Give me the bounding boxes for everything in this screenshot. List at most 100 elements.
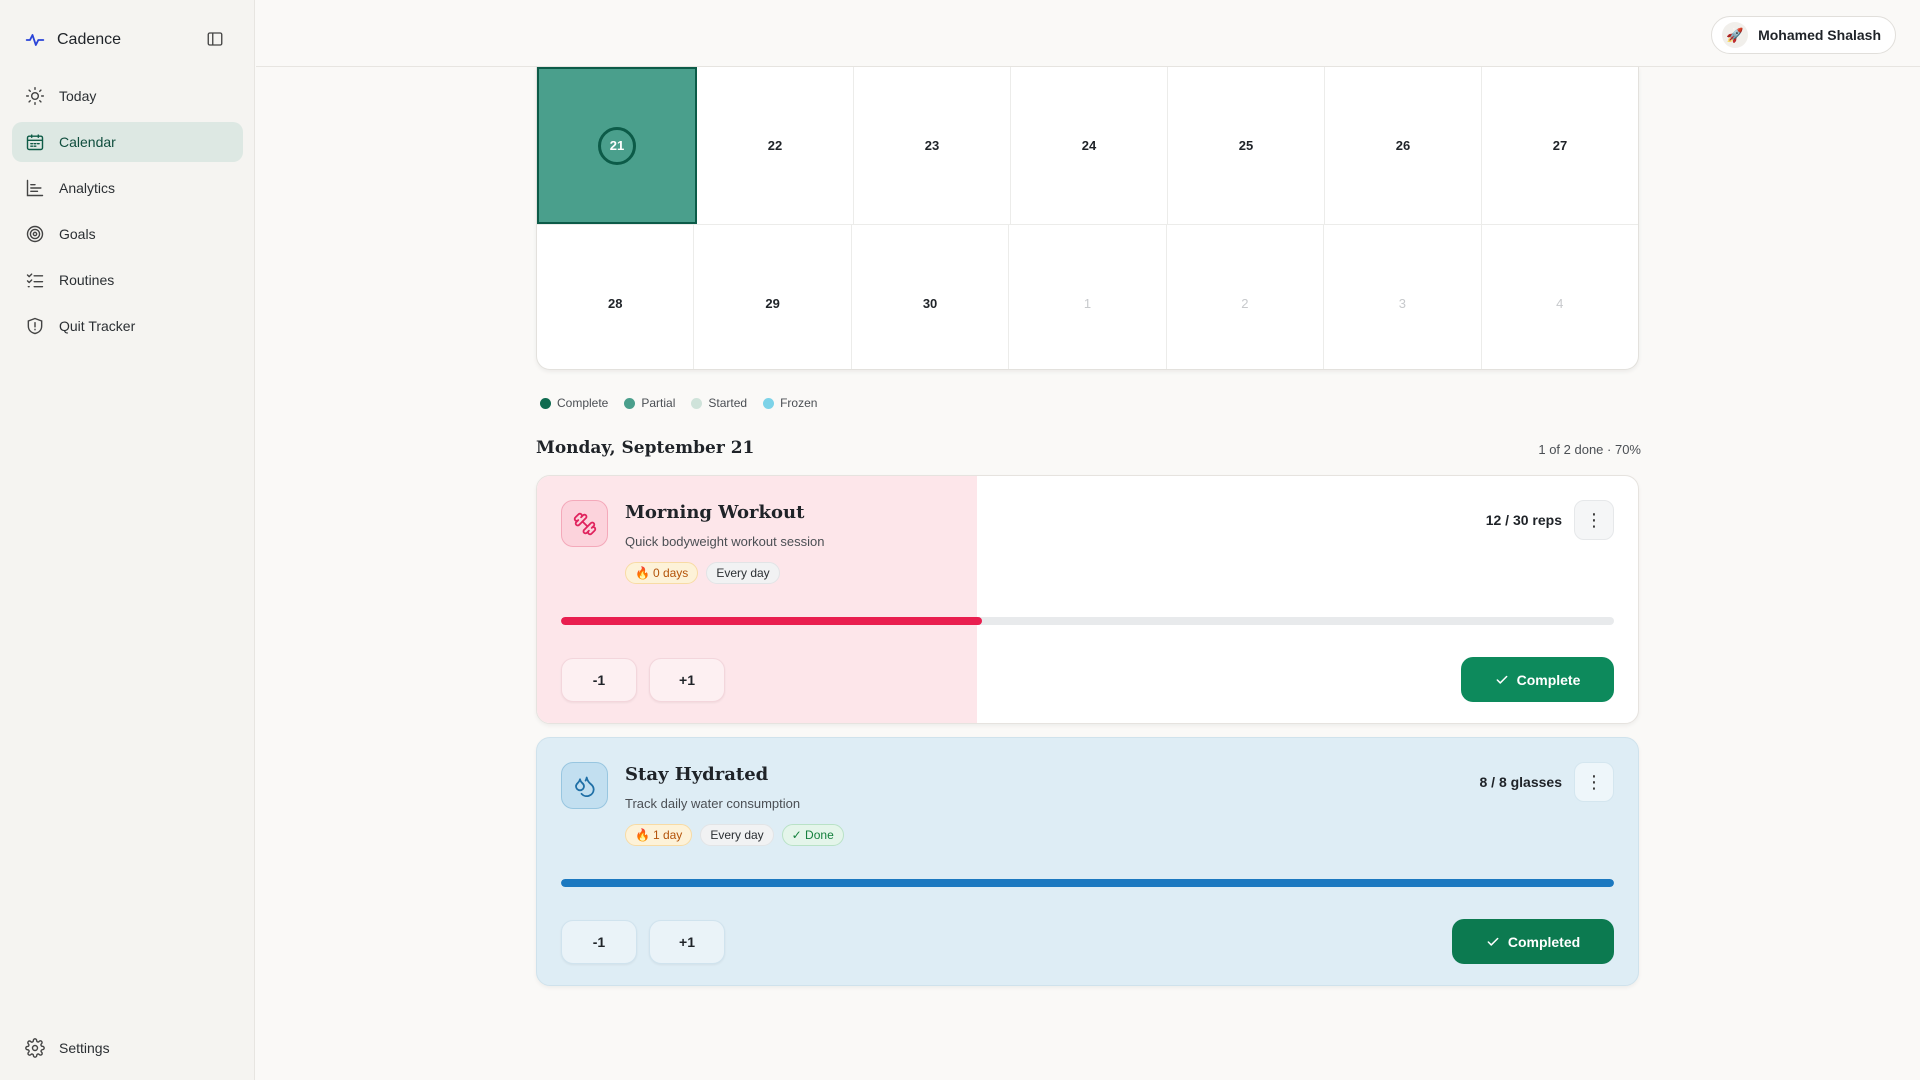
decrement-button[interactable]: -1 [561,920,637,964]
increment-button[interactable]: +1 [649,658,725,702]
sidebar-item-label: Settings [59,1040,110,1056]
calendar-day[interactable]: 29 [694,225,852,369]
sun-icon [25,86,45,106]
day-number: 21 [598,126,636,165]
streak-badge: 🔥 0 days [625,562,699,584]
habit-icon-box [561,762,608,809]
calendar-day-outside-month[interactable]: 2 [1167,225,1325,369]
sidebar-item-label: Routines [59,272,115,288]
frequency-badge: Every day [706,562,780,584]
sidebar-item-goals[interactable]: Goals [12,214,243,254]
calendar-day-outside-month[interactable]: 1 [1009,225,1167,369]
more-options-button[interactable]: ⋮ [1574,500,1614,540]
legend-dot [691,397,703,409]
calendar-day[interactable]: 27 [1482,67,1638,224]
calendar-icon [26,134,44,151]
progress-track [561,617,1614,625]
calendar-day-outside-month[interactable]: 3 [1324,225,1482,369]
habit-card-stay-hydrated: Stay Hydrated Track daily water consumpt… [536,737,1639,986]
calendar-day[interactable]: 25 [1168,67,1325,224]
calendar-day[interactable]: 30 [852,225,1010,369]
calendar-day-selected[interactable]: 21 [537,67,697,224]
calendar-day[interactable]: 23 [854,67,1011,224]
more-vertical-icon: ⋮ [1585,509,1603,530]
sidebar-item-label: Analytics [59,180,116,196]
calendar-day[interactable]: 26 [1325,67,1482,224]
selected-day-title: Monday, September 21 [536,438,755,458]
day-number: 28 [607,295,623,311]
legend-label: Partial [641,396,676,410]
complete-button-label: Complete [1516,671,1581,688]
app-name: Cadence [57,31,122,48]
calendar-legend: Complete Partial Started Frozen [540,396,817,410]
legend-dot [763,397,775,409]
day-number: 23 [924,138,940,153]
frequency-badge: Every day [700,824,774,846]
done-badge: ✓ Done [781,824,844,846]
sidebar-item-today[interactable]: Today [12,76,243,116]
sidebar-item-quit-tracker[interactable]: Quit Tracker [12,306,243,346]
decrement-button[interactable]: -1 [561,658,637,702]
legend-label: Started [708,396,748,410]
progress-bar [561,879,1614,887]
checklist-icon [26,273,44,288]
habit-tags: 🔥 0 days Every day [625,562,780,584]
calendar-day-outside-month[interactable]: 4 [1482,225,1638,369]
top-bar: 🚀 Mohamed Shalash [256,0,1920,67]
calendar-grid: 21 22 23 24 25 26 27 28 29 30 1 2 3 4 [536,67,1639,370]
flame-icon: 🔥 [635,566,650,580]
sidebar-item-calendar[interactable]: Calendar [12,122,243,162]
water-drops-icon [574,776,595,797]
flame-icon: 🔥 [635,828,650,842]
legend-item-complete: Complete [540,396,608,410]
target-icon [26,225,44,243]
habit-count: 8 / 8 glasses [1479,774,1562,790]
gear-icon [25,1038,45,1058]
day-summary: 1 of 2 done · 70% [1538,442,1641,457]
bar-chart-icon [26,179,44,197]
more-vertical-icon: ⋮ [1585,771,1603,792]
legend-item-frozen: Frozen [763,396,817,410]
completed-button[interactable]: Completed [1452,919,1614,964]
calendar-day[interactable]: 24 [1011,67,1168,224]
user-menu-button[interactable]: 🚀 Mohamed Shalash [1711,16,1896,54]
sidebar-item-label: Quit Tracker [59,318,136,334]
sidebar-item-settings[interactable]: Settings [12,1028,243,1068]
day-number: 29 [765,295,780,311]
calendar-day[interactable]: 22 [697,67,854,224]
habit-icon-box [561,500,608,547]
sidebar-nav: Today Calendar Analytics Goals Routines … [12,76,243,352]
sidebar-toggle-icon [207,32,223,46]
habit-card-morning-workout: Morning Workout Quick bodyweight workout… [536,475,1639,724]
increment-button[interactable]: +1 [649,920,725,964]
sidebar-item-routines[interactable]: Routines [12,260,243,300]
legend-dot [624,397,636,409]
more-options-button[interactable]: ⋮ [1574,762,1614,802]
user-name: Mohamed Shalash [1758,27,1881,43]
avatar: 🚀 [1722,22,1749,48]
calendar-day[interactable]: 28 [537,225,695,369]
day-number: 4 [1556,295,1564,311]
habit-description: Quick bodyweight workout session [625,534,825,549]
day-number: 30 [922,295,938,311]
complete-button[interactable]: Complete [1461,657,1614,702]
habit-tags: 🔥 1 day Every day ✓ Done [625,824,844,846]
habit-count: 12 / 30 reps [1485,512,1562,528]
day-number: 22 [767,138,783,153]
legend-label: Complete [557,396,609,410]
progress-track [561,879,1614,887]
day-number: 24 [1081,138,1097,153]
day-number: 26 [1395,138,1411,153]
sidebar-item-analytics[interactable]: Analytics [12,168,243,208]
dumbbell-icon [573,512,596,535]
legend-item-started: Started [691,396,747,410]
legend-label: Frozen [780,396,818,410]
sidebar-item-label: Goals [59,226,96,242]
brand[interactable]: Cadence [25,28,121,52]
pulse-icon [25,34,45,46]
check-icon [1487,937,1499,946]
calendar-week: 21 22 23 24 25 26 27 [537,67,1638,224]
day-number: 27 [1552,138,1568,153]
day-number: 25 [1238,138,1254,153]
sidebar-toggle-button[interactable] [204,28,226,50]
